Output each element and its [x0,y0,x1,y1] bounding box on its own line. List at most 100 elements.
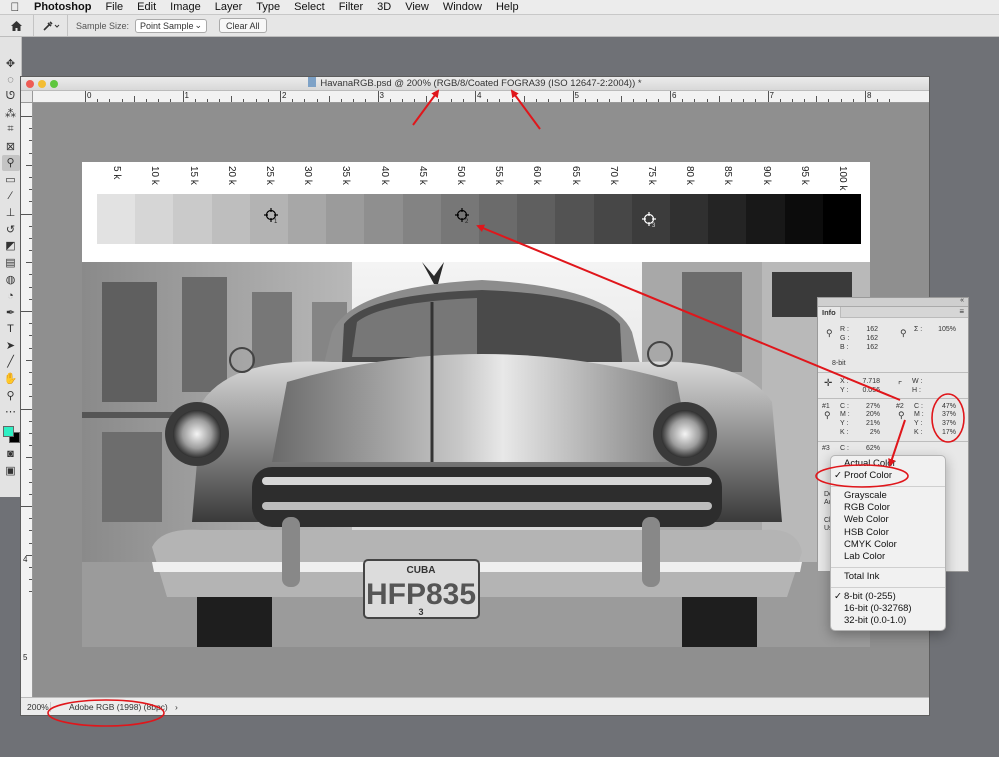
brush-tool-icon[interactable]: ∕ [2,188,20,205]
screen-mode-icon[interactable]: ▣ [2,463,20,480]
gray-ramp-step [135,194,174,244]
move-tool-icon[interactable]: ✥ [2,55,20,72]
marquee-tool-icon[interactable]: ◌ [2,72,20,89]
sampler-1-label: 1 [274,219,278,225]
apple-menu-icon[interactable]:  [0,0,30,14]
s2-y-value: 37% [941,420,956,427]
sample-size-select[interactable]: Point Sample ⌄ [135,18,208,33]
clear-all-button[interactable]: Clear All [219,18,267,33]
healing-brush-tool-icon[interactable]: ▭ [2,171,20,188]
ramp-label: 45 k [416,166,428,185]
eyedropper-tool-icon[interactable]: ⚲ [1,154,20,172]
collapse-icon[interactable]: « [960,297,964,304]
sampler-2-eyedropper-icon[interactable]: ⚲ [898,410,905,421]
info-panel-header[interactable]: « [818,297,968,307]
ruler-tick [29,347,32,349]
line-tool-icon[interactable]: ╱ [2,354,20,371]
menu-filter[interactable]: Filter [332,1,370,13]
menu-window[interactable]: Window [436,1,489,13]
menu-item-32-bit[interactable]: 32-bit (0.0-1.0) [831,615,945,627]
eraser-tool-icon[interactable]: ◩ [2,238,20,255]
zoom-tool-icon[interactable]: ⚲ [2,387,20,404]
ramp-label: 70 k [607,166,619,185]
g-value: 162 [866,335,878,342]
frame-tool-icon[interactable]: ⊠ [2,138,20,155]
menu-view[interactable]: View [398,1,436,13]
ruler-tick [377,91,379,102]
menu-layer[interactable]: Layer [208,1,250,13]
ruler-origin[interactable] [21,91,33,103]
home-button[interactable] [0,15,34,36]
clone-stamp-tool-icon[interactable]: ⊥ [2,204,20,221]
tool-preset-picker[interactable] [34,15,68,36]
crop-tool-icon[interactable]: ⌗ [2,121,20,138]
gray-ramp-step [97,194,136,244]
lasso-tool-icon[interactable]: ᘎ [2,88,20,105]
sample-size-label: Sample Size: [76,20,130,31]
ink-eyedropper-icon[interactable]: ⚲ [900,328,907,339]
menu-item-cmyk-color[interactable]: CMYK Color [831,539,945,551]
menu-image[interactable]: Image [163,1,208,13]
ruler-tick [97,99,99,102]
menu-item-grayscale[interactable]: Grayscale [831,490,945,502]
panel-menu-icon[interactable]: ≡ [959,307,964,316]
menu-item-hsb-color[interactable]: HSB Color [831,527,945,539]
menu-separator [831,587,945,588]
zoom-level[interactable]: 200% [21,701,51,712]
foreground-color-swatch[interactable] [2,426,14,438]
sampler-1-eyedropper-icon[interactable]: ⚲ [824,410,831,421]
menu-help[interactable]: Help [489,1,526,13]
menu-file[interactable]: File [98,1,130,13]
gradient-tool-icon[interactable]: ▤ [2,254,20,271]
ruler-tick [29,176,32,178]
more-tools-icon[interactable]: ⋯ [2,403,20,420]
menu-item-total-ink[interactable]: Total Ink [831,571,945,583]
dodge-tool-icon[interactable]: ◔ [2,287,20,304]
history-brush-tool-icon[interactable]: ↺ [2,221,20,238]
menu-edit[interactable]: Edit [130,1,163,13]
menu-3d[interactable]: 3D [370,1,398,13]
gray-ramp-step [479,194,518,244]
vertical-ruler[interactable]: 45 [21,91,33,697]
menu-photoshop[interactable]: Photoshop [30,1,98,13]
menu-item-lab-color[interactable]: Lab Color [831,551,945,563]
hand-tool-icon[interactable]: ✋ [2,370,20,387]
menu-item-16-bit[interactable]: 16-bit (0-32768) [831,603,945,615]
minimize-window-icon[interactable] [38,80,46,88]
ruler-tick [694,99,696,102]
ramp-label: 85 k [722,166,734,185]
ruler-tick [145,99,147,102]
info-divider [818,398,968,399]
blur-tool-icon[interactable]: ◍ [2,271,20,288]
zoom-window-icon[interactable] [50,80,58,88]
menu-item-actual-color[interactable]: Actual Color [831,458,945,470]
type-tool-icon[interactable]: T [2,321,20,338]
path-selection-tool-icon[interactable]: ➤ [2,337,20,354]
color-swatches[interactable] [1,424,21,446]
menu-type[interactable]: Type [249,1,287,13]
magic-wand-tool-icon[interactable]: ⁂ [2,105,20,122]
menu-item-label: 32-bit (0.0-1.0) [844,615,907,626]
menu-item-proof-color[interactable]: ✓ Proof Color [831,470,945,482]
ruler-label: 8 [867,91,872,100]
ruler-tick [109,99,111,102]
menu-item-rgb-color[interactable]: RGB Color [831,502,945,514]
document-title-bar[interactable]: HavanaRGB.psd @ 200% (RGB/8/Coated FOGRA… [21,77,929,91]
status-menu-arrow-icon[interactable]: › [175,702,178,712]
ramp-labels: 5 k 10 k 15 k 20 k 25 k 30 k 35 k 40 k 45 k 50 k 5… [82,162,870,194]
menu-item-web-color[interactable]: Web Color [831,514,945,526]
document-title: HavanaRGB.psd @ 200% (RGB/8/Coated FOGRA… [320,78,642,89]
ruler-tick [170,99,172,102]
horizontal-ruler[interactable]: 0 1 2 3 4 5 6 7 8 [33,91,929,103]
rgb-eyedropper-icon[interactable]: ⚲ [826,328,833,339]
menu-select[interactable]: Select [287,1,332,13]
document-profile[interactable]: Adobe RGB (1998) (8bpc) [69,702,169,712]
quick-mask-icon[interactable]: ◙ [2,446,20,463]
plate-sub-text: 3 [418,607,423,617]
menu-item-8-bit[interactable]: ✓ 8-bit (0-255) [831,591,945,603]
gray-ramp-step [288,194,327,244]
image-canvas[interactable]: 5 k 10 k 15 k 20 k 25 k 30 k 35 k 40 k 45 k 50 k 5… [82,162,870,647]
info-tab[interactable]: Info [818,307,841,318]
pen-tool-icon[interactable]: ✒ [2,304,20,321]
close-window-icon[interactable] [26,80,34,88]
